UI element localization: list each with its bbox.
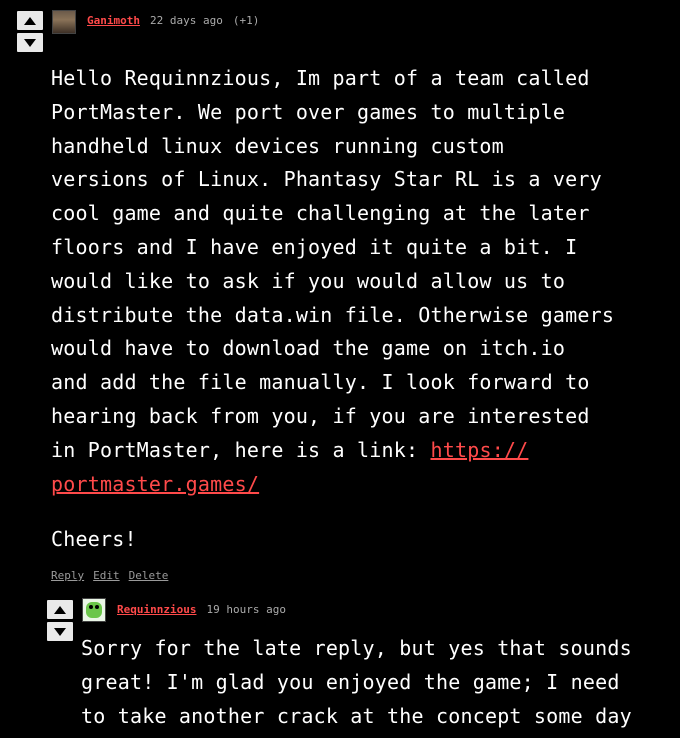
reply-author-link[interactable]: Requinnzious xyxy=(117,603,196,616)
reply-body: Sorry for the late reply, but yes that s… xyxy=(81,636,632,728)
downvote-button[interactable] xyxy=(17,33,43,52)
comment-body: Hello Requinnzious, Im part of a team ca… xyxy=(51,62,614,501)
edit-link[interactable]: Edit xyxy=(93,569,120,582)
delete-link[interactable]: Delete xyxy=(129,569,169,582)
reply-link[interactable]: Reply xyxy=(51,569,84,582)
comment-meta: Ganimoth 22 days ago (+1) xyxy=(87,14,259,27)
downvote-arrow-icon xyxy=(54,627,66,636)
author-link[interactable]: Ganimoth xyxy=(87,14,140,27)
comment-signoff: Cheers! xyxy=(51,527,137,551)
vote-controls xyxy=(17,11,43,52)
upvote-button[interactable] xyxy=(17,11,43,30)
downvote-arrow-icon xyxy=(24,38,36,47)
comment-score: (+1) xyxy=(232,14,260,27)
upvote-arrow-icon xyxy=(24,16,36,25)
downvote-button[interactable] xyxy=(47,622,73,641)
reply-avatar[interactable] xyxy=(82,598,106,622)
frog-avatar-icon xyxy=(86,602,102,618)
upvote-button[interactable] xyxy=(47,600,73,619)
portmaster-link[interactable]: https:// xyxy=(430,438,528,462)
avatar[interactable] xyxy=(52,10,76,34)
comment-text: Hello Requinnzious, Im part of a team ca… xyxy=(51,66,615,462)
upvote-arrow-icon xyxy=(54,605,66,614)
reply-time: 19 hours ago xyxy=(206,603,286,616)
comment-time: 22 days ago xyxy=(149,14,223,27)
portmaster-link-continued[interactable]: portmaster.games/ xyxy=(51,472,259,496)
reply-vote-controls xyxy=(47,600,73,641)
reply-meta: Requinnzious 19 hours ago xyxy=(117,603,286,616)
comment-actions: Reply Edit Delete xyxy=(51,569,168,582)
